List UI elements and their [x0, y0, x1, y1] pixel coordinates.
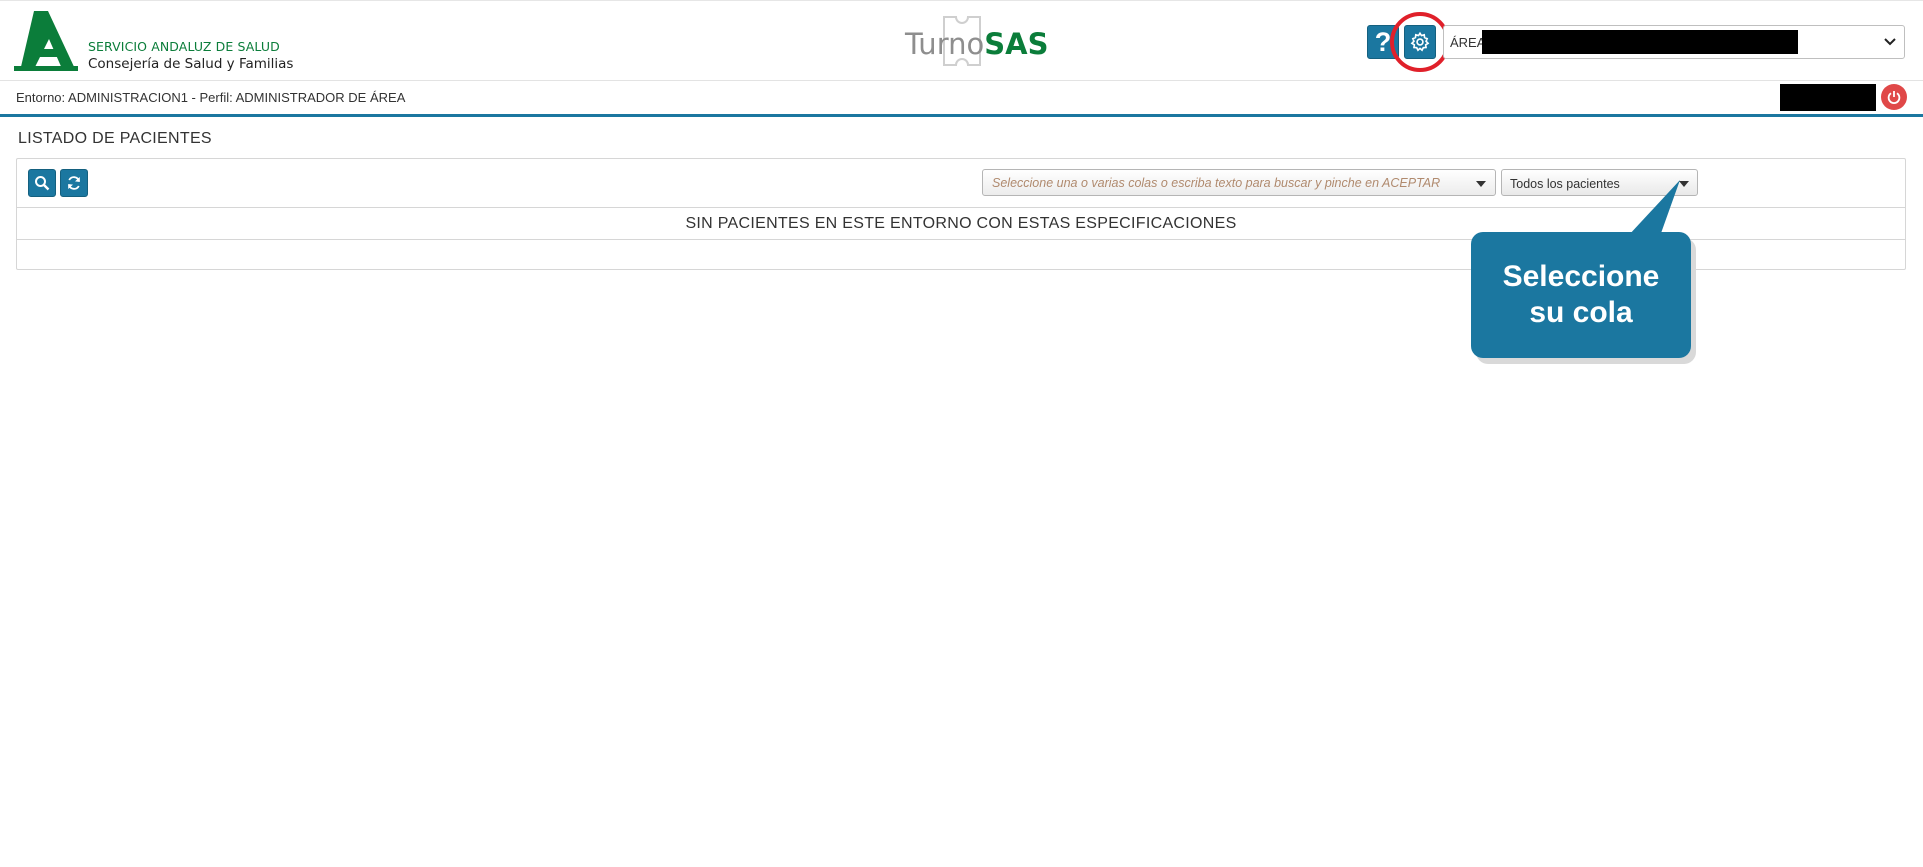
redacted-area-name — [1482, 30, 1798, 54]
question-icon: ? — [1374, 27, 1392, 57]
empty-state-message: SIN PACIENTES EN ESTE ENTORNO CON ESTAS … — [685, 215, 1237, 232]
tutorial-callout: Seleccione su cola — [1471, 232, 1691, 358]
page: SERVICIO ANDALUZ DE SALUD Consejería de … — [0, 0, 1923, 867]
brand-sas: SAS — [984, 27, 1049, 61]
caret-down-icon — [1476, 181, 1486, 187]
power-icon — [1887, 91, 1901, 104]
redacted-user-name — [1780, 84, 1876, 111]
callout-line-1: Seleccione — [1502, 260, 1660, 293]
callout-line-2: su cola — [1529, 296, 1633, 329]
header-divider — [0, 114, 1923, 117]
org-department: Consejería de Salud y Familias — [88, 56, 294, 72]
patients-filter-value: Todos los pacientes — [1510, 177, 1620, 191]
junta-andalucia-logo-icon — [14, 11, 78, 71]
page-title: LISTADO DE PACIENTES — [18, 130, 212, 147]
queue-select[interactable]: Seleccione una o varias colas o escriba … — [982, 169, 1496, 196]
logout-button[interactable] — [1881, 84, 1907, 110]
turnosas-logo: TurnoSAS — [905, 15, 1048, 69]
search-button[interactable] — [28, 169, 56, 197]
callout-pointer — [1628, 180, 1680, 236]
area-select-value: ÁREA — [1450, 35, 1486, 50]
queue-select-placeholder: Seleccione una o varias colas o escriba … — [992, 176, 1441, 190]
chevron-down-icon — [1884, 38, 1896, 46]
app-header: SERVICIO ANDALUZ DE SALUD Consejería de … — [0, 0, 1923, 81]
settings-highlight-ring — [1390, 12, 1450, 72]
area-select[interactable]: ÁREA — [1443, 25, 1905, 59]
environment-profile-text: Entorno: ADMINISTRACION1 - Perfil: ADMIN… — [16, 90, 406, 105]
refresh-icon — [68, 176, 80, 190]
org-name: SERVICIO ANDALUZ DE SALUD — [88, 39, 280, 54]
brand-turno: Turno — [905, 27, 985, 61]
refresh-button[interactable] — [60, 169, 88, 197]
search-icon — [35, 176, 50, 191]
